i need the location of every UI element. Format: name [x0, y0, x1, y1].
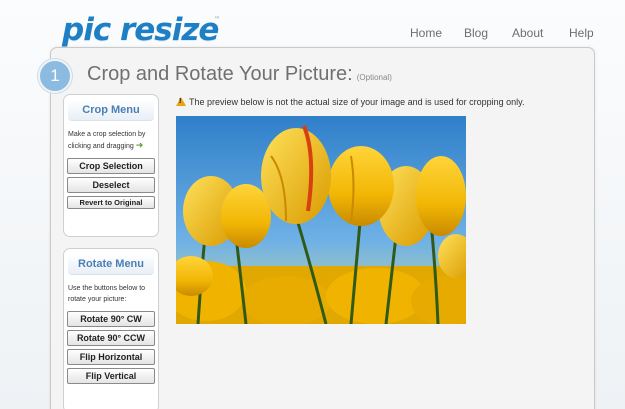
rotate-ccw-button[interactable]: Rotate 90° CCW — [67, 330, 155, 346]
rotate-menu-title: Rotate Menu — [68, 254, 154, 275]
crop-menu-instructions: Make a crop selection by clicking and dr… — [64, 121, 158, 158]
warning-icon — [176, 97, 186, 106]
image-preview-crop-area[interactable] — [176, 116, 466, 324]
optional-label: (Optional) — [356, 73, 392, 82]
crop-instructions-text: Make a crop selection by clicking and dr… — [68, 131, 146, 150]
step-number-badge: 1 — [38, 59, 72, 93]
logo[interactable]: pic resize ™ — [62, 12, 220, 48]
tulips-photo — [176, 125, 466, 324]
rotate-menu: Rotate Menu Use the buttons below to rot… — [63, 248, 159, 409]
revert-to-original-button[interactable]: Revert to Original — [67, 196, 155, 209]
logo-text: pic resize — [62, 12, 219, 48]
crop-menu: Crop Menu Make a crop selection by click… — [63, 94, 159, 237]
rotate-cw-button[interactable]: Rotate 90° CW — [67, 311, 155, 327]
notice-text: The preview below is not the actual size… — [189, 97, 525, 107]
green-arrow-icon: ➜ — [135, 140, 144, 150]
deselect-button[interactable]: Deselect — [67, 177, 155, 193]
rotate-menu-instructions: Use the buttons below to rotate your pic… — [68, 285, 146, 303]
nav-blog-link[interactable]: Blog — [464, 26, 488, 40]
nav-home-link[interactable]: Home — [410, 26, 442, 40]
trademark-symbol: ™ — [214, 16, 220, 23]
nav-help-link[interactable]: Help — [569, 26, 594, 40]
preview-notice: The preview below is not the actual size… — [176, 97, 525, 107]
nav-about-link[interactable]: About — [512, 26, 543, 40]
crop-selection-button[interactable]: Crop Selection — [67, 158, 155, 174]
page-title: Crop and Rotate Your Picture: (Optional) — [87, 63, 392, 86]
crop-menu-title: Crop Menu — [68, 100, 154, 121]
flip-vertical-button[interactable]: Flip Vertical — [67, 368, 155, 384]
page-title-text: Crop and Rotate Your Picture: — [87, 63, 353, 85]
flip-horizontal-button[interactable]: Flip Horizontal — [67, 349, 155, 365]
